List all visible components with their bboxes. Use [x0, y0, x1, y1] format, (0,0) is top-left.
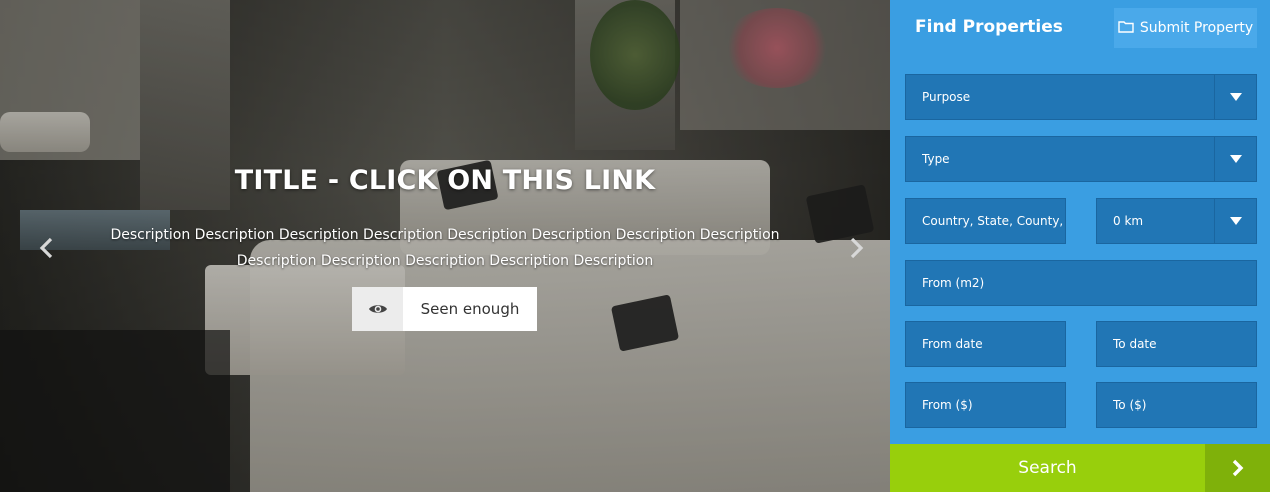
- search-panel-header: Find Properties Submit Property: [890, 0, 1270, 56]
- hero-slider: TITLE - CLICK ON THIS LINK Description D…: [0, 0, 890, 492]
- to-price-input[interactable]: To ($): [1096, 382, 1257, 428]
- from-price-input[interactable]: From ($): [905, 382, 1066, 428]
- seen-enough-button[interactable]: Seen enough: [352, 287, 537, 331]
- panel-title: Find Properties: [915, 17, 1063, 37]
- purpose-select[interactable]: Purpose: [905, 74, 1257, 120]
- eye-icon: [352, 287, 403, 331]
- seen-enough-label: Seen enough: [420, 300, 520, 318]
- caret-down-icon: [1214, 199, 1256, 243]
- to-date-input[interactable]: To date: [1096, 321, 1257, 367]
- search-label: Search: [1018, 458, 1077, 478]
- submit-property-button[interactable]: Submit Property: [1114, 8, 1257, 48]
- from-area-input[interactable]: From (m2): [905, 260, 1257, 306]
- chevron-right-icon: [1205, 444, 1270, 492]
- property-search-panel: Find Properties Submit Property Purpose …: [890, 0, 1270, 492]
- hero-description: Description Description Description Desc…: [110, 227, 780, 269]
- chevron-right-icon[interactable]: [846, 236, 866, 260]
- search-button[interactable]: Search: [890, 444, 1270, 492]
- submit-property-label: Submit Property: [1139, 20, 1254, 36]
- from-date-input[interactable]: From date: [905, 321, 1066, 367]
- location-input[interactable]: Country, State, County,: [905, 198, 1066, 244]
- chevron-left-icon[interactable]: [37, 236, 57, 260]
- type-select[interactable]: Type: [905, 136, 1257, 182]
- hero-title-link[interactable]: TITLE - CLICK ON THIS LINK: [0, 165, 890, 196]
- caret-down-icon: [1214, 75, 1256, 119]
- radius-select[interactable]: 0 km: [1096, 198, 1257, 244]
- caret-down-icon: [1214, 137, 1256, 181]
- folder-icon: [1118, 20, 1134, 37]
